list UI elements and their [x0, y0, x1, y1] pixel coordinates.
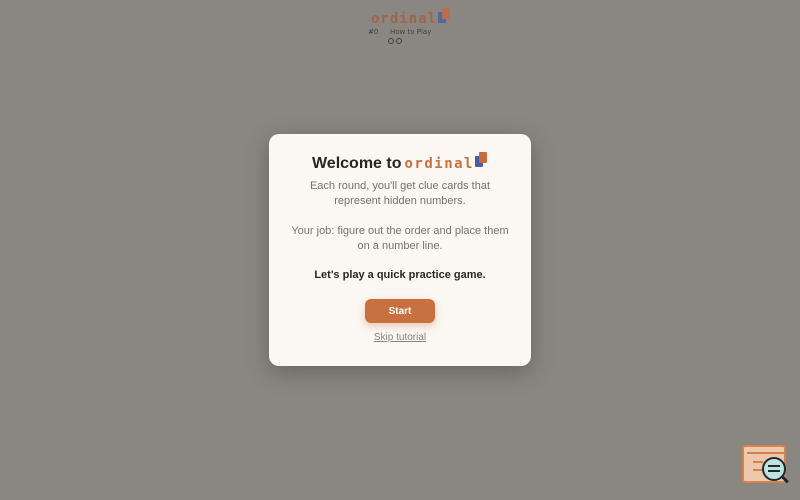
progress-dots — [388, 38, 402, 44]
start-button[interactable]: Start — [365, 299, 435, 323]
progress-dot — [388, 38, 394, 44]
intro-paragraph: Each round, you'll get clue cards that r… — [309, 180, 491, 207]
how-to-play-link[interactable]: How to Play — [390, 28, 431, 36]
task-paragraph: Your job: figure out the order and place… — [291, 225, 509, 252]
game-number: #0 — [368, 28, 379, 36]
skip-tutorial-link[interactable]: Skip tutorial — [269, 332, 531, 343]
dialog-title: Welcome to ordinal — [269, 152, 531, 176]
top-header: ordinal #0 How to Play — [0, 6, 800, 50]
logo-wordmark: ordinal — [371, 11, 438, 27]
search-console-icon[interactable] — [741, 445, 789, 487]
cards-icon — [438, 8, 451, 24]
dialog-title-text: Welcome to — [311, 155, 402, 172]
practice-prompt: Let's play a quick practice game. — [314, 269, 486, 281]
progress-dot — [396, 38, 402, 44]
cards-icon — [475, 152, 488, 168]
app-logo[interactable]: ordinal — [371, 8, 451, 29]
welcome-dialog: Welcome to ordinal Each round, you'll ge… — [269, 134, 531, 366]
dialog-title-logo: ordinal — [404, 156, 474, 172]
